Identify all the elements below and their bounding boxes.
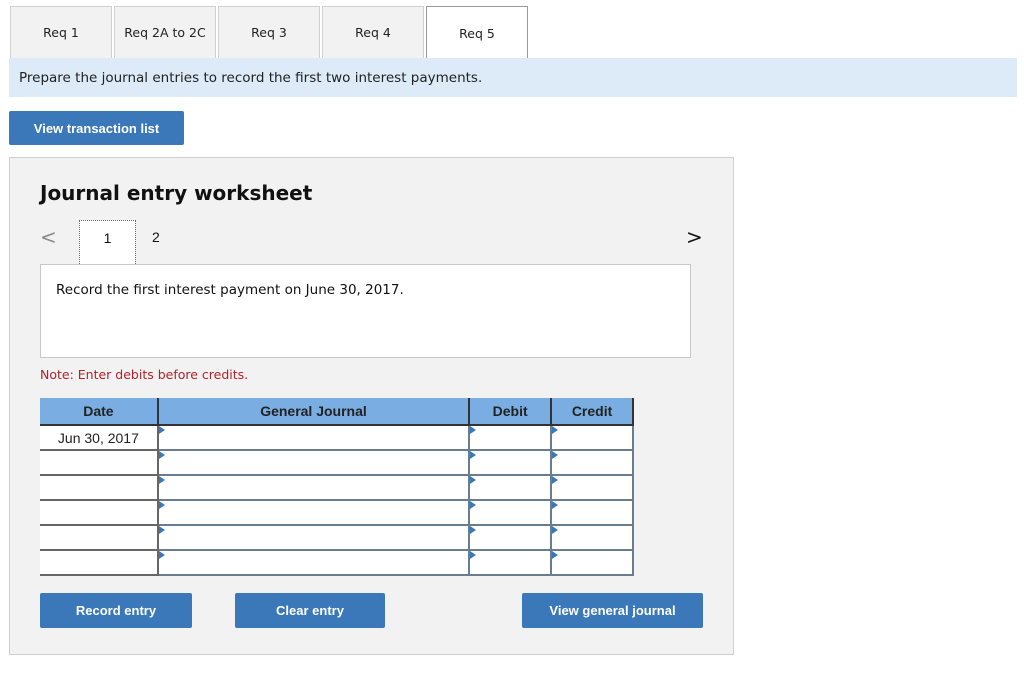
account-input[interactable] [158, 452, 469, 473]
table-row: Jun 30, 2017 [40, 424, 634, 451]
header-general-journal: General Journal [157, 398, 471, 426]
worksheet-title: Journal entry worksheet [40, 181, 313, 205]
table-row [40, 524, 634, 551]
account-cell[interactable] [156, 474, 471, 501]
table-row [40, 549, 634, 576]
credit-cell[interactable] [550, 424, 634, 451]
credit-cell[interactable] [550, 474, 634, 501]
worksheet-page-1[interactable]: 1 [79, 220, 136, 268]
account-cell[interactable] [156, 424, 471, 451]
account-input[interactable] [158, 427, 469, 448]
debit-input[interactable] [470, 452, 551, 473]
clear-entry-button[interactable]: Clear entry [235, 593, 385, 628]
date-cell [40, 475, 159, 501]
credit-cell[interactable] [550, 449, 634, 476]
credit-cell[interactable] [550, 499, 634, 526]
credit-input[interactable] [552, 452, 632, 473]
tab-req-2a-to-2c[interactable]: Req 2A to 2C [114, 6, 216, 58]
debit-input[interactable] [470, 552, 551, 573]
debit-cell[interactable] [468, 474, 553, 501]
header-date: Date [40, 398, 159, 426]
date-cell [40, 450, 159, 476]
credit-input[interactable] [552, 502, 632, 523]
header-debit: Debit [469, 398, 553, 426]
view-transaction-list-button[interactable]: View transaction list [9, 111, 184, 145]
credit-input[interactable] [552, 477, 632, 498]
requirement-tabs: Req 1 Req 2A to 2C Req 3 Req 4 Req 5 [10, 6, 530, 60]
date-cell [40, 525, 159, 551]
tab-req-1[interactable]: Req 1 [10, 6, 112, 58]
date-cell: Jun 30, 2017 [40, 425, 159, 451]
credit-cell[interactable] [550, 549, 634, 576]
account-cell[interactable] [156, 499, 471, 526]
debit-input[interactable] [470, 427, 551, 448]
journal-table-header: Date General Journal Debit Credit [40, 398, 634, 426]
account-cell[interactable] [156, 549, 471, 576]
journal-table: Date General Journal Debit Credit Jun 30… [40, 398, 634, 576]
tab-req-5[interactable]: Req 5 [426, 6, 528, 60]
tab-req-4[interactable]: Req 4 [322, 6, 424, 58]
account-input[interactable] [158, 502, 469, 523]
entry-description-box: Record the first interest payment on Jun… [40, 264, 691, 358]
debit-cell[interactable] [468, 524, 553, 551]
header-credit: Credit [551, 398, 634, 426]
account-cell[interactable] [156, 524, 471, 551]
entry-description: Record the first interest payment on Jun… [56, 282, 404, 298]
credit-input[interactable] [552, 552, 632, 573]
credit-input[interactable] [552, 427, 632, 448]
table-row [40, 499, 634, 526]
credit-input[interactable] [552, 527, 632, 548]
debit-cell[interactable] [468, 424, 553, 451]
credit-cell[interactable] [550, 524, 634, 551]
chevron-left-icon[interactable]: < [40, 225, 57, 249]
journal-entry-worksheet-panel: Journal entry worksheet < 1 2 > Record t… [9, 157, 734, 655]
instruction-text: Prepare the journal entries to record th… [19, 69, 483, 86]
debit-cell[interactable] [468, 449, 553, 476]
debit-cell[interactable] [468, 549, 553, 576]
debit-input[interactable] [470, 502, 551, 523]
debit-input[interactable] [470, 477, 551, 498]
table-row [40, 474, 634, 501]
view-general-journal-button[interactable]: View general journal [522, 593, 703, 628]
table-row [40, 449, 634, 476]
tab-req-3[interactable]: Req 3 [218, 6, 320, 58]
instruction-banner: Prepare the journal entries to record th… [9, 58, 1017, 97]
debits-note: Note: Enter debits before credits. [40, 367, 249, 382]
chevron-right-icon[interactable]: > [686, 225, 703, 249]
account-input[interactable] [158, 552, 469, 573]
account-input[interactable] [158, 477, 469, 498]
date-cell [40, 550, 159, 576]
debit-input[interactable] [470, 527, 551, 548]
account-cell[interactable] [156, 449, 471, 476]
account-input[interactable] [158, 527, 469, 548]
record-entry-button[interactable]: Record entry [40, 593, 192, 628]
debit-cell[interactable] [468, 499, 553, 526]
worksheet-page-2[interactable]: 2 [152, 229, 160, 245]
date-cell [40, 500, 159, 526]
